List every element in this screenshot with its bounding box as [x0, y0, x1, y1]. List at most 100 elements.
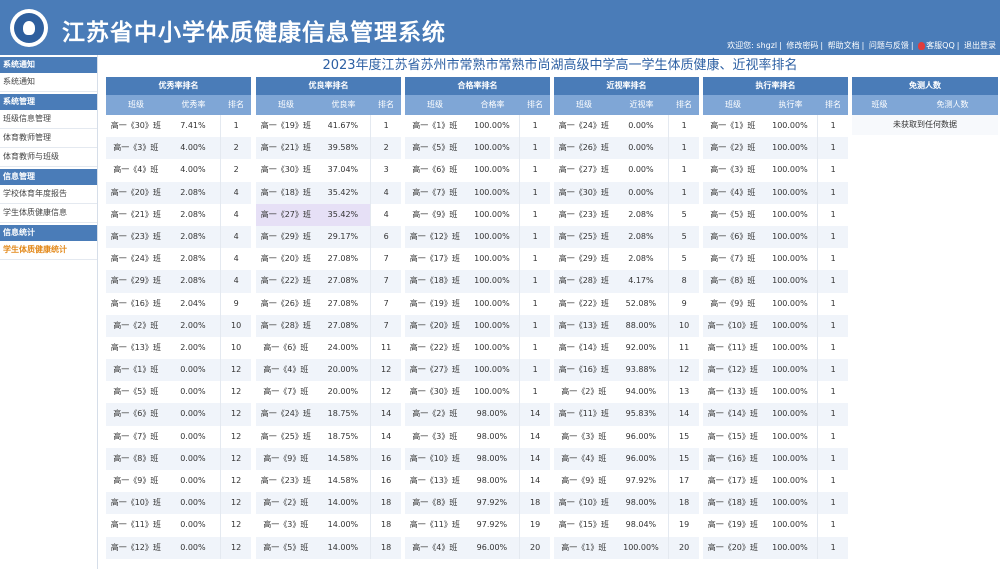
rate-cell: 2.04%	[180, 298, 206, 308]
class-cell: 高一《25》班	[558, 231, 609, 241]
table-title: 优秀率排名	[106, 77, 251, 95]
rank-cell: 12	[370, 381, 401, 404]
class-cell: 高一《12》班	[409, 231, 460, 241]
rate-cell: 2.00%	[180, 320, 206, 330]
class-cell: 高一《4》班	[561, 453, 607, 463]
service-qq-link[interactable]: 客服QQ	[926, 41, 955, 50]
class-cell: 高一《17》班	[707, 476, 758, 485]
table-row: 高一《30》班 37.04% 3	[256, 159, 401, 182]
rate-cell: 2.08%	[180, 276, 206, 286]
class-cell: 高一《10》班	[558, 498, 609, 508]
feedback-link[interactable]: 问题与反馈	[869, 41, 909, 50]
class-cell: 高一《6》班	[113, 409, 159, 419]
rate-cell: 37.04%	[327, 165, 359, 175]
sidebar-item[interactable]: 学校体育年度报告	[0, 185, 97, 204]
column-header: 排名	[378, 100, 394, 109]
sidebar-section-title[interactable]: 系统通知	[0, 57, 97, 73]
sidebar-item[interactable]: 体育教师与班级	[0, 148, 97, 167]
rank-cell: 14	[519, 425, 550, 448]
rate-cell: 100.00%	[772, 409, 808, 419]
rate-cell: 0.00%	[180, 365, 206, 375]
class-cell: 高一《13》班	[110, 342, 161, 352]
sidebar-section-title[interactable]: 信息统计	[0, 225, 97, 241]
rank-cell: 1	[519, 159, 550, 182]
rate-cell: 100.00%	[474, 320, 510, 330]
sidebar-item[interactable]: 系统通知	[0, 73, 97, 92]
rate-cell: 2.08%	[180, 187, 206, 197]
class-cell: 高一《9》班	[113, 476, 159, 485]
table-row: 高一《21》班 39.58% 2	[256, 137, 401, 160]
table-title: 优良率排名	[256, 77, 401, 95]
column-header-row: 班级 免测人数	[852, 95, 998, 115]
sidebar-section-title[interactable]: 信息管理	[0, 169, 97, 185]
rate-cell: 2.08%	[180, 209, 206, 219]
column-header: 班级	[128, 100, 144, 109]
table-row: 高一《1》班 0.00% 12	[106, 359, 251, 382]
logout-link[interactable]: 退出登录	[964, 41, 996, 50]
class-cell: 高一《7》班	[263, 387, 309, 397]
sidebar-item[interactable]: 学生体质健康信息	[0, 204, 97, 223]
rate-cell: 98.00%	[476, 409, 508, 419]
rate-cell: 14.58%	[327, 453, 359, 463]
rank-cell: 1	[817, 336, 848, 360]
class-cell: 高一《11》班	[110, 520, 161, 530]
help-doc-link[interactable]: 帮助文档	[828, 41, 860, 50]
table-row: 高一《9》班 14.58% 16	[256, 447, 401, 470]
rank-cell: 5	[668, 248, 699, 271]
table-row: 高一《10》班 98.00% 18	[554, 492, 699, 515]
rank-cell: 1	[519, 314, 550, 337]
table-row: 高一《7》班 0.00% 12	[106, 425, 251, 448]
rank-cell: 1	[817, 137, 848, 160]
class-cell: 高一《2》班	[561, 387, 607, 397]
table-title: 执行率排名	[703, 77, 848, 95]
sidebar-item[interactable]: 学生体质健康统计	[0, 241, 97, 260]
class-cell: 高一《22》班	[558, 298, 609, 308]
table-title: 免测人数	[852, 77, 998, 95]
class-cell: 高一《18》班	[260, 187, 311, 197]
class-cell: 高一《11》班	[707, 342, 758, 352]
rank-cell: 1	[817, 181, 848, 204]
class-cell: 高一《30》班	[260, 165, 311, 175]
column-header-row: 班级 优良率 排名	[256, 95, 401, 115]
rate-cell: 97.92%	[476, 498, 508, 508]
table-row: 高一《2》班 94.00% 13	[554, 381, 699, 404]
sidebar-item[interactable]: 体育教师管理	[0, 129, 97, 148]
rank-cell: 4	[220, 181, 251, 204]
ranking-table: 执行率排名 班级 执行率 排名 高一《1》班 100.00% 1 高一《2》班 100.00% 1…	[703, 77, 848, 559]
rate-cell: 100.00%	[772, 298, 808, 308]
rate-cell: 95.83%	[625, 409, 657, 419]
class-cell: 高一《18》班	[409, 276, 460, 286]
table-row: 高一《30》班 100.00% 1	[405, 381, 550, 404]
rank-cell: 12	[370, 359, 401, 382]
rate-cell: 96.00%	[625, 453, 657, 463]
rate-cell: 35.42%	[327, 187, 359, 197]
rank-cell: 12	[220, 536, 251, 559]
table-row: 高一《5》班 0.00% 12	[106, 381, 251, 404]
class-cell: 高一《6》班	[263, 342, 309, 352]
table-row: 高一《5》班 100.00% 1	[405, 137, 550, 160]
class-cell: 高一《12》班	[707, 365, 758, 375]
table-row: 高一《7》班 100.00% 1	[703, 248, 848, 271]
table-row: 高一《7》班 100.00% 1	[405, 181, 550, 204]
rank-cell: 3	[370, 159, 401, 182]
rate-cell: 27.08%	[327, 298, 359, 308]
rank-cell: 18	[370, 514, 401, 537]
change-password-link[interactable]: 修改密码	[786, 41, 818, 50]
table-row: 高一《22》班 100.00% 1	[405, 336, 550, 360]
column-header: 排名	[676, 100, 692, 109]
class-cell: 高一《14》班	[558, 342, 609, 352]
class-cell: 高一《1》班	[113, 365, 159, 375]
table-row: 高一《1》班 100.00% 1	[405, 115, 550, 138]
class-cell: 高一《5》班	[263, 542, 309, 552]
table-row: 高一《6》班 100.00% 1	[703, 225, 848, 249]
column-header: 近视率	[629, 100, 654, 109]
class-cell: 高一《7》班	[412, 187, 458, 197]
sidebar-section-title[interactable]: 系统管理	[0, 94, 97, 110]
table-row: 高一《4》班 20.00% 12	[256, 359, 401, 382]
rate-cell: 2.08%	[180, 231, 206, 241]
rate-cell: 14.00%	[327, 520, 359, 530]
rank-cell: 1	[519, 292, 550, 315]
table-row: 高一《15》班 100.00% 1	[703, 425, 848, 448]
rate-cell: 27.08%	[327, 254, 359, 264]
sidebar-item[interactable]: 班级信息管理	[0, 110, 97, 129]
